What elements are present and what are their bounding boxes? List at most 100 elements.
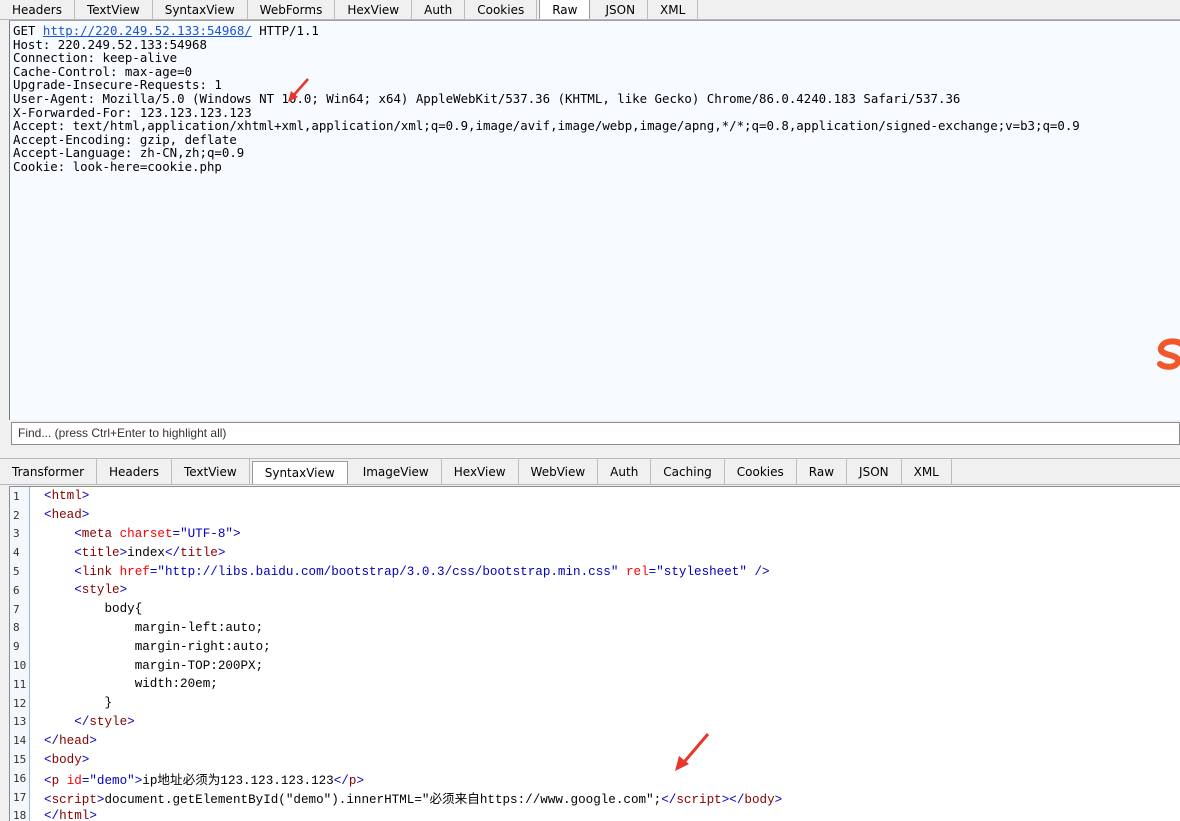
code-token: ></ [721, 792, 745, 807]
code-text: <head> [30, 508, 89, 522]
response-tab-auth[interactable]: Auth [598, 459, 652, 484]
code-text: body{ [30, 602, 142, 616]
code-line: 5 <link href="http://libs.baidu.com/boot… [10, 562, 1180, 581]
code-text: <body> [30, 753, 89, 767]
syntax-view-code[interactable]: 1 <html> 2 <head> 3 <meta charset="UTF-8"> 4 … [9, 486, 1180, 821]
code-line: 4 <title>index</title> [10, 543, 1180, 563]
response-tab-json[interactable]: JSON [847, 459, 902, 484]
code-token: id [66, 773, 82, 788]
code-token: > [89, 808, 97, 821]
code-token: title [180, 545, 218, 560]
code-line: 2 <head> [10, 505, 1180, 525]
code-token: < [44, 792, 52, 807]
code-line: 18 </html> [10, 806, 1180, 821]
line-number: 12 [10, 693, 30, 713]
code-token: </ [333, 773, 349, 788]
red-arrow-icon [675, 733, 710, 771]
response-tab-cookies[interactable]: Cookies [725, 459, 797, 484]
code-token: margin-right:auto; [44, 639, 271, 654]
code-text: </head> [30, 734, 97, 748]
response-tab-hexview[interactable]: HexView [442, 459, 519, 484]
code-token: index [127, 545, 165, 560]
request-tab-json[interactable]: JSON [593, 0, 649, 19]
code-token: < [74, 583, 82, 598]
response-tab-transformer[interactable]: Transformer [0, 459, 98, 484]
request-tab-syntaxview[interactable]: SyntaxView [153, 0, 248, 19]
request-tab-auth[interactable]: Auth [412, 0, 466, 19]
code-token: </ [74, 714, 90, 729]
code-token: body{ [44, 602, 143, 617]
code-line: 8 margin-left:auto; [10, 618, 1180, 638]
code-token: html [59, 808, 90, 821]
code-token: > [217, 545, 226, 560]
code-token: head [51, 508, 82, 523]
code-token: > [89, 733, 97, 748]
code-token: margin-left:auto; [44, 620, 264, 635]
find-input[interactable]: Find... (press Ctrl+Enter to highlight a… [11, 422, 1180, 445]
response-tab-xml[interactable]: XML [902, 459, 952, 484]
code-token: </ [661, 792, 677, 807]
code-line: 12 } [10, 693, 1180, 713]
response-tab-webview[interactable]: WebView [519, 459, 599, 484]
response-tab-raw[interactable]: Raw [797, 459, 848, 484]
code-line: 14 </head> [10, 731, 1180, 751]
code-line: 6 <style> [10, 580, 1180, 600]
code-token: title [81, 545, 120, 560]
code-token: charset [119, 526, 173, 541]
request-raw-view[interactable]: GET http://220.249.52.133:54968/ HTTP/1.… [9, 20, 1180, 420]
request-tab-cookies[interactable]: Cookies [465, 0, 538, 19]
code-text: </style> [30, 714, 134, 729]
response-tab-syntaxview[interactable]: SyntaxView [251, 461, 348, 484]
code-token: > [81, 752, 90, 767]
request-tab-headers[interactable]: Headers [0, 0, 75, 19]
code-text: <script>document.getElementById("demo").… [30, 788, 782, 807]
request-tab-hexview[interactable]: HexView [335, 0, 413, 19]
code-token: /> [754, 564, 770, 579]
request-tab-textview[interactable]: TextView [75, 0, 153, 19]
code-token: > [356, 773, 364, 788]
code-text: <link href="http://libs.baidu.com/bootst… [30, 564, 770, 579]
code-token: < [74, 564, 82, 579]
code-token: ip地址必须为123.123.123.123 [142, 773, 334, 788]
code-token: "stylesheet" [656, 564, 747, 579]
code-text: </html> [30, 809, 97, 821]
request-tab-xml[interactable]: XML [648, 0, 699, 19]
response-tab-bar: Transformer Headers TextView SyntaxView Imag… [0, 458, 1180, 485]
code-token: meta [81, 526, 113, 541]
code-token: < [74, 545, 82, 560]
code-token: < [44, 489, 52, 504]
response-tab-caching[interactable]: Caching [651, 459, 725, 484]
code-text: margin-TOP:200PX; [30, 659, 263, 673]
code-text: <style> [30, 583, 127, 597]
code-token: </ [44, 808, 60, 821]
code-token: style [89, 714, 128, 729]
request-tab-webforms[interactable]: WebForms [248, 0, 336, 19]
request-tab-bar: Headers TextView SyntaxView WebForms HexView… [0, 0, 1180, 20]
code-token: < [74, 526, 82, 541]
line-number: 14 [10, 731, 30, 751]
line-number: 17 [10, 787, 30, 807]
code-line: 11 width:20em; [10, 674, 1180, 694]
code-line: 16 <p id="demo">ip地址必须为123.123.123.123</p… [10, 768, 1180, 788]
pane-splitter[interactable] [0, 448, 1180, 458]
response-tab-imageview[interactable]: ImageView [351, 459, 442, 484]
line-number: 1 [10, 487, 30, 506]
code-token: margin-TOP:200PX; [44, 658, 264, 673]
red-arrow-icon [288, 78, 309, 102]
code-line: 1 <html> [10, 487, 1180, 506]
code-token: href [119, 564, 150, 579]
code-token: script [51, 792, 97, 807]
response-tab-textview[interactable]: TextView [172, 459, 250, 484]
code-line: 17 <script>document.getElementById("demo"… [10, 787, 1180, 807]
line-number: 3 [10, 524, 30, 544]
request-tab-raw[interactable]: Raw [539, 0, 591, 19]
response-tab-headers[interactable]: Headers [97, 459, 172, 484]
code-text: width:20em; [30, 677, 218, 691]
code-token: width:20em; [44, 677, 218, 692]
code-line: 7 body{ [10, 599, 1180, 619]
line-number: 13 [10, 712, 30, 732]
